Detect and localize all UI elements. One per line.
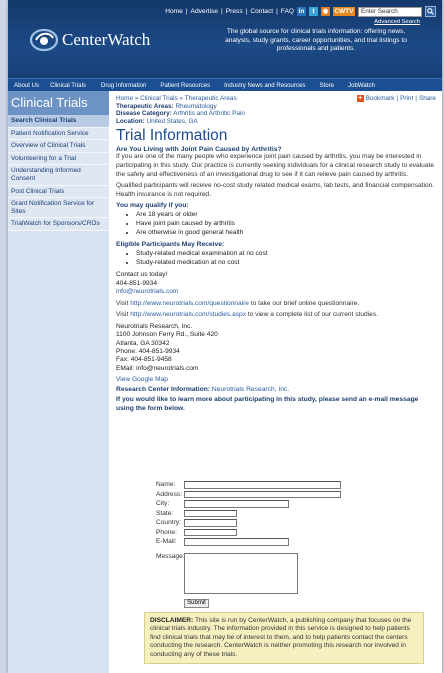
nav-patient-resources[interactable]: Patient Resources bbox=[160, 82, 210, 89]
search-button[interactable] bbox=[425, 6, 436, 17]
country-field[interactable] bbox=[184, 519, 237, 527]
sidebar-item-volunteering[interactable]: Volunteering for a Trial bbox=[8, 152, 109, 166]
logo[interactable]: CenterWatch bbox=[30, 28, 150, 52]
google-map-link[interactable]: View Google Map bbox=[116, 376, 436, 383]
nav-about-us[interactable]: About Us bbox=[14, 82, 39, 89]
city-field[interactable] bbox=[184, 500, 289, 508]
sidebar-title: Clinical Trials bbox=[8, 91, 109, 115]
message-field[interactable] bbox=[184, 552, 298, 594]
address-block: Neurotrials Research, Inc. 1100 Johnson … bbox=[116, 322, 218, 372]
sidebar-item-trialwatch[interactable]: TrialWatch for Sponsors/CROs bbox=[8, 218, 109, 231]
sidebar-item-patient-notification[interactable]: Patient Notification Service bbox=[8, 127, 109, 141]
phone-label: Phone: bbox=[156, 528, 177, 536]
top-link-contact[interactable]: Contact bbox=[250, 8, 273, 15]
address-field[interactable] bbox=[184, 490, 341, 498]
qualified-paragraph: Qualified participants will receive no-c… bbox=[116, 182, 435, 198]
page: Home | Advertise | Press | Contact | FAQ in … bbox=[8, 0, 442, 673]
top-links: Home | Advertise | Press | Contact | FAQ in … bbox=[165, 6, 436, 17]
research-center-info: Research Center Information: Neurotrials… bbox=[116, 386, 290, 394]
share-link[interactable]: Share bbox=[419, 95, 436, 102]
qualify-heading: You may qualify if you: bbox=[116, 202, 189, 210]
bookmark-plus-icon: + bbox=[356, 95, 364, 102]
message-label: Message: bbox=[156, 552, 185, 560]
sidebar-item-informed-consent[interactable]: Understanding Informed Consent bbox=[8, 165, 109, 186]
main-nav: About Us Clinical Trials Drug Informatio… bbox=[8, 78, 442, 91]
list-item: Study-related medication at no cost bbox=[136, 259, 436, 268]
contact-form: Name: Address: City: State: Country: Pho… bbox=[156, 480, 356, 608]
state-label: State: bbox=[156, 509, 174, 517]
disclaimer-label: DISCLAIMER: bbox=[150, 617, 194, 624]
contact-block: Contact us today! 404-851-9934 info@neur… bbox=[116, 271, 436, 296]
top-link-faq[interactable]: FAQ bbox=[281, 8, 294, 15]
advanced-search-link[interactable]: Advanced Search bbox=[374, 19, 420, 25]
disease-category: Disease Category: Arthritis and Arthriti… bbox=[116, 110, 245, 118]
name-label: Name: bbox=[156, 481, 176, 489]
search-input[interactable] bbox=[358, 6, 422, 17]
main-content: + Bookmark | Print | Share Home » Clinical… bbox=[116, 95, 436, 415]
submit-button[interactable]: Submit bbox=[184, 598, 209, 608]
nav-jobwatch[interactable]: JobWatch bbox=[348, 82, 375, 89]
email-field[interactable] bbox=[184, 538, 289, 546]
headline-question: Are You Living with Joint Pain Caused by… bbox=[116, 146, 282, 154]
nav-drug-information[interactable]: Drug Information bbox=[101, 82, 146, 89]
centerwatch-logo-icon bbox=[30, 28, 58, 52]
state-field[interactable] bbox=[184, 509, 237, 517]
sidebar-item-grant-notification[interactable]: Grant Notification Service for Sites bbox=[8, 198, 109, 219]
qualify-list: Are 18 years or older Have joint pain ca… bbox=[136, 211, 436, 237]
questionnaire-link[interactable]: http://www.neurotrials.com/questionnaire bbox=[130, 300, 249, 307]
twitter-icon[interactable]: t bbox=[309, 7, 318, 16]
nav-clinical-trials[interactable]: Clinical Trials bbox=[50, 82, 86, 89]
eligible-heading: Eligible Participants May Receive: bbox=[116, 241, 225, 249]
nav-industry-news[interactable]: Industry News and Resources bbox=[224, 82, 305, 89]
research-center-link[interactable]: Neurotrials Research, Inc. bbox=[212, 386, 289, 393]
logo-text: CenterWatch bbox=[62, 30, 151, 49]
sidebar: Clinical Trials Search Clinical Trials P… bbox=[8, 91, 109, 673]
print-link[interactable]: Print bbox=[400, 95, 413, 102]
sidebar-item-post-clinical-trials[interactable]: Post Clinical Trials bbox=[8, 185, 109, 199]
list-item: Are 18 years or older bbox=[136, 211, 436, 220]
city-label: City: bbox=[156, 500, 170, 508]
nav-store[interactable]: Store bbox=[319, 82, 334, 89]
contact-email-link[interactable]: info@neurotrials.com bbox=[116, 288, 436, 296]
top-link-press[interactable]: Press bbox=[226, 8, 243, 15]
visit-questionnaire: Visit http://www.neurotrials.com/questio… bbox=[116, 299, 360, 307]
phone-field[interactable] bbox=[184, 528, 237, 536]
country-label: Country: bbox=[156, 519, 181, 527]
location: Location: United States, GA bbox=[116, 117, 198, 125]
visit-studies: Visit http://www.neurotrials.com/studies… bbox=[116, 311, 378, 319]
rss-icon[interactable]: ◉ bbox=[321, 7, 330, 16]
search-icon bbox=[427, 8, 434, 15]
top-link-home[interactable]: Home bbox=[165, 8, 183, 15]
top-link-advertise[interactable]: Advertise bbox=[191, 8, 219, 15]
bookmark-link[interactable]: Bookmark bbox=[366, 95, 395, 102]
list-item: Study-related medical examination at no … bbox=[136, 250, 436, 259]
eligible-list: Study-related medical examination at no … bbox=[136, 250, 436, 267]
tagline: The global source for clinical trials in… bbox=[225, 28, 407, 52]
list-item: Are otherwise in good general health bbox=[136, 229, 436, 238]
page-title: Trial Information bbox=[116, 127, 228, 145]
disclaimer-box: DISCLAIMER: This site is run by CenterWa… bbox=[144, 612, 424, 665]
studies-link[interactable]: http://www.neurotrials.com/studies.aspx bbox=[130, 311, 246, 318]
form-intro: If you would like to learn more about pa… bbox=[116, 396, 419, 412]
sidebar-item-overview[interactable]: Overview of Clinical Trials bbox=[8, 140, 109, 153]
email-label: E-Mail: bbox=[156, 538, 177, 546]
intro-paragraph: If you are one of the many people who ex… bbox=[116, 153, 434, 178]
name-field[interactable] bbox=[184, 481, 341, 489]
address-label: Address: bbox=[156, 490, 183, 498]
cwtv-icon[interactable]: CWTV bbox=[333, 7, 355, 16]
contact-phone: 404-851-9934 bbox=[116, 279, 158, 287]
linkedin-icon[interactable]: in bbox=[297, 7, 306, 16]
sidebar-item-search-clinical-trials[interactable]: Search Clinical Trials bbox=[8, 115, 109, 128]
page-toolbar: + Bookmark | Print | Share bbox=[356, 95, 436, 102]
therapeutic-area: Therapeutic Areas: Rheumatology bbox=[116, 102, 217, 110]
list-item: Have joint pain caused by arthritis bbox=[136, 220, 436, 229]
site-header: Home | Advertise | Press | Contact | FAQ in … bbox=[8, 0, 442, 78]
